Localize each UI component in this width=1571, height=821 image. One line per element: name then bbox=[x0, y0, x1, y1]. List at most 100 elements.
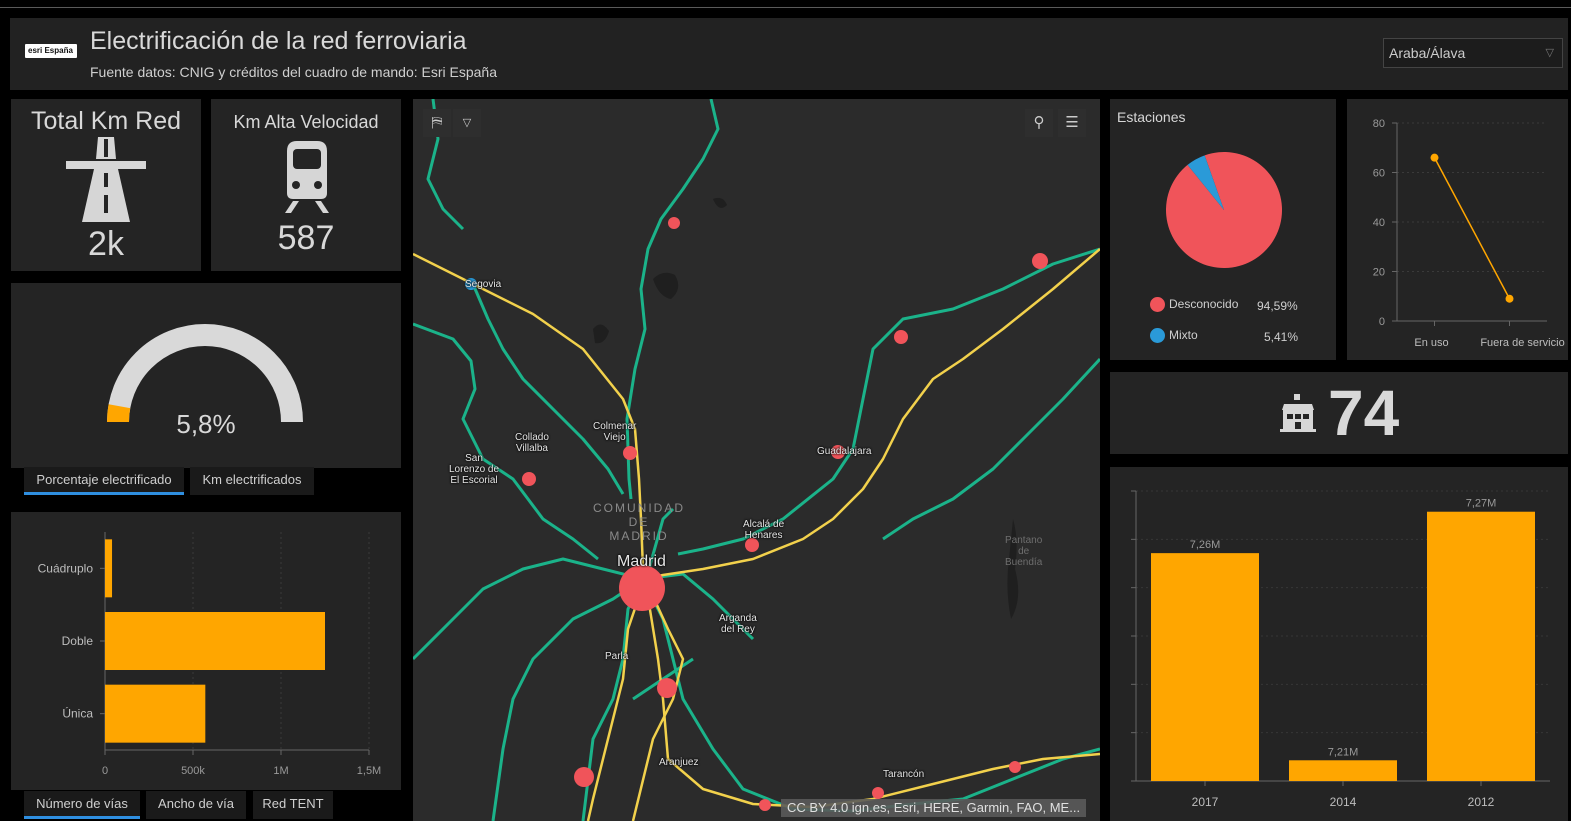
map-label-colmenar: Colmenar Viejo bbox=[593, 421, 637, 443]
map-label-pantano: Pantano de Buendía bbox=[1005, 535, 1043, 568]
legend-swatch bbox=[1150, 297, 1165, 313]
y-tick-label: 40 bbox=[1373, 217, 1385, 229]
map-label-aranjuez: Aranjuez bbox=[659, 757, 699, 768]
total-km-indicator: Total Km Red 2k bbox=[11, 99, 201, 271]
station-marker bbox=[1009, 761, 1021, 773]
y-tick-label: Cuádruplo bbox=[38, 561, 94, 575]
data-point bbox=[1430, 153, 1439, 162]
y-tick-label: Doble bbox=[62, 634, 94, 648]
x-tick-label: En uso bbox=[1414, 337, 1448, 349]
tab-porcentaje-electrificado[interactable]: Porcentaje electrificado bbox=[24, 467, 184, 495]
bar bbox=[105, 612, 325, 670]
search-icon: ⚲ bbox=[1033, 114, 1045, 131]
status-line-chart-panel: 0 20 40 60 80 En uso Fuera de servicio bbox=[1347, 99, 1568, 360]
map-icon: ⛿ bbox=[431, 114, 443, 131]
x-tick-label: 2017 bbox=[1192, 795, 1219, 809]
data-label: 7,27M bbox=[1466, 498, 1497, 510]
legend-label: Mixto bbox=[1169, 328, 1198, 342]
map-label-guadalajara: Guadalajara bbox=[817, 446, 872, 457]
legend-value: 94,59% bbox=[1257, 299, 1298, 313]
x-tick-label: 2014 bbox=[1330, 795, 1357, 809]
list-icon: ☰ bbox=[1065, 114, 1079, 131]
yearly-bar-chart-panel: 7,26M 2017 7,21M 2014 7,27M 2012 bbox=[1110, 467, 1568, 821]
station-marker bbox=[623, 446, 637, 460]
x-tick-label: 2012 bbox=[1468, 795, 1495, 809]
map-label-collado: Collado Villalba bbox=[515, 432, 549, 454]
stations-pie-chart bbox=[1166, 152, 1282, 268]
map-label-alcala: Alcalá de Henares bbox=[743, 519, 785, 541]
tab-numero-de-vias[interactable]: Número de vías bbox=[24, 791, 140, 819]
legend-item-desconocido: Desconocido bbox=[1150, 297, 1239, 313]
map-label-segovia: Segovia bbox=[465, 279, 502, 290]
map-label-madrid: Madrid bbox=[617, 553, 666, 570]
x-tick-label: Fuera de servicio bbox=[1480, 337, 1564, 349]
data-point bbox=[1505, 294, 1514, 303]
app-title: Electrificación de la red ferroviaria bbox=[90, 27, 467, 55]
tab-km-electrificados[interactable]: Km electrificados bbox=[190, 467, 314, 495]
yearly-bar-chart: 7,26M 2017 7,21M 2014 7,27M 2012 bbox=[1131, 490, 1550, 809]
railway-map[interactable]: ⛿ ▽ ⚲ ☰ Segovia Collado Villalba Colmena… bbox=[413, 99, 1100, 821]
map-label-parla: Parla bbox=[605, 651, 629, 662]
highway-icon bbox=[66, 137, 146, 222]
region-select-value: Araba/Álava bbox=[1389, 45, 1466, 61]
y-tick-label: Única bbox=[62, 706, 93, 721]
map-canvas[interactable] bbox=[413, 99, 1100, 821]
bar bbox=[1427, 511, 1535, 781]
region-select[interactable]: Araba/Álava ▽ bbox=[1383, 38, 1563, 68]
legend-item-mixto: Mixto bbox=[1150, 328, 1198, 344]
bar bbox=[105, 539, 113, 598]
station-marker bbox=[522, 472, 536, 486]
indicator-value: 2k bbox=[88, 225, 124, 263]
esri-logo: esri España bbox=[25, 44, 77, 58]
x-tick-label: 1M bbox=[273, 765, 288, 777]
y-tick-label: 20 bbox=[1373, 267, 1385, 279]
y-tick-label: 60 bbox=[1373, 168, 1385, 180]
legend-swatch bbox=[1150, 328, 1165, 344]
station-marker bbox=[657, 678, 677, 698]
station-marker bbox=[1032, 253, 1048, 269]
map-attribution[interactable]: CC BY 4.0 ign.es, Esri, HERE, Garmin, FA… bbox=[781, 799, 1087, 817]
station-marker bbox=[872, 787, 884, 799]
map-options-dropdown[interactable]: ▽ bbox=[453, 109, 481, 137]
tab-ancho-de-via[interactable]: Ancho de vía bbox=[146, 791, 246, 819]
bar bbox=[105, 684, 206, 743]
map-label-arganda: Arganda del Rey bbox=[719, 613, 757, 635]
train-icon bbox=[285, 141, 329, 213]
data-label: 7,21M bbox=[1328, 746, 1359, 758]
status-line-chart: 0 20 40 60 80 En uso Fuera de servicio bbox=[1373, 118, 1565, 349]
station-building-icon bbox=[1280, 394, 1316, 432]
station-marker bbox=[574, 767, 594, 787]
header-bar: esri España Electrificación de la red fe… bbox=[10, 18, 1568, 90]
track-count-chart-panel: 0 500k 1M 1,5M Cuádruplo Doble Única bbox=[11, 512, 401, 790]
map-label-sanlorenzo: San Lorenzo de El Escorial bbox=[449, 453, 500, 486]
stations-count-value: 74 bbox=[1328, 377, 1400, 449]
station-marker bbox=[894, 330, 908, 344]
x-tick-label: 0 bbox=[102, 765, 108, 777]
map-label-tarancon: Tarancón bbox=[883, 769, 925, 780]
basemap-select-button[interactable]: ⛿ bbox=[423, 109, 451, 137]
station-marker bbox=[668, 217, 680, 229]
app-subtitle: Fuente datos: CNIG y créditos del cuadro… bbox=[90, 64, 497, 80]
indicator-title: Total Km Red bbox=[30, 107, 182, 135]
tab-red-tent[interactable]: Red TENT bbox=[253, 791, 333, 819]
legend-label: Desconocido bbox=[1169, 297, 1239, 311]
stations-pie-panel: Estaciones Desconocido 94,59% Mixto 5,41… bbox=[1110, 99, 1336, 360]
y-tick-label: 80 bbox=[1373, 118, 1385, 130]
chevron-down-icon: ▽ bbox=[462, 117, 472, 129]
indicator-value: 587 bbox=[277, 219, 335, 257]
indicator-title: Km Alta Velocidad bbox=[233, 112, 379, 132]
map-legend-button[interactable]: ☰ bbox=[1058, 109, 1086, 137]
series-line bbox=[1433, 157, 1511, 300]
gauge-chart bbox=[106, 324, 303, 423]
y-tick-label: 0 bbox=[1379, 316, 1385, 328]
bar bbox=[1289, 760, 1397, 781]
data-label: 7,26M bbox=[1190, 539, 1221, 551]
station-marker bbox=[759, 799, 771, 811]
map-label-comunidad: COMUNIDAD DE MADRID bbox=[593, 501, 685, 543]
map-search-button[interactable]: ⚲ bbox=[1025, 109, 1053, 137]
legend-value: 5,41% bbox=[1264, 330, 1299, 344]
bar bbox=[1151, 553, 1259, 781]
electrified-gauge-panel: 5,8% bbox=[11, 283, 401, 468]
track-count-bar-chart: 0 500k 1M 1,5M Cuádruplo Doble Única bbox=[38, 532, 381, 777]
x-tick-label: 500k bbox=[181, 765, 205, 777]
